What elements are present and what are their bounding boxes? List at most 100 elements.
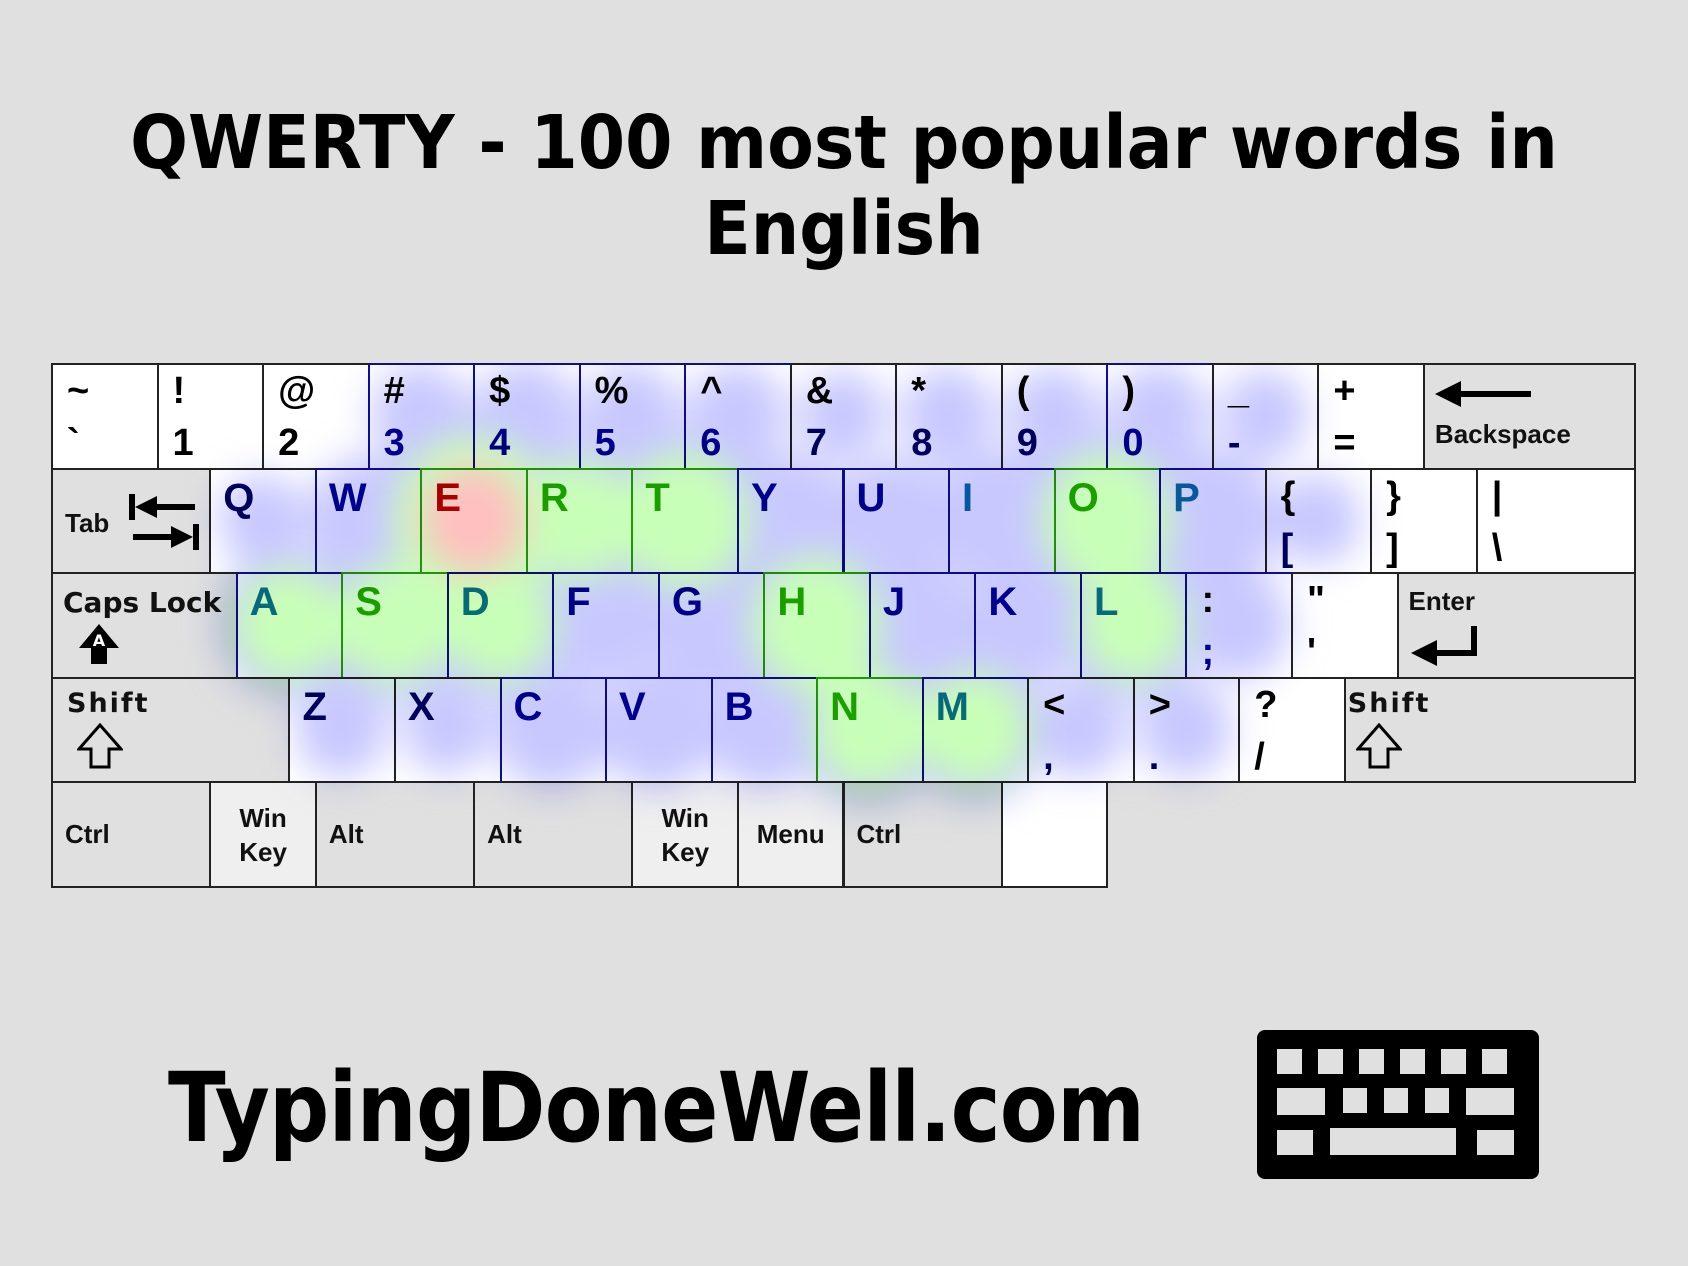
key-legend: C (513, 684, 543, 729)
key-legend: T (645, 475, 670, 520)
key-legend: K (988, 580, 1018, 625)
key-l[interactable]: L (1079, 572, 1188, 679)
key-shift-legend: & (805, 370, 834, 412)
key-3[interactable]: #3 (367, 363, 476, 470)
key-rbracket[interactable]: }] (1370, 467, 1478, 575)
key-rctrl[interactable]: Ctrl (842, 781, 1003, 888)
key-y[interactable]: Y (736, 467, 845, 575)
key-legend: Q (223, 475, 255, 520)
key-base-legend: [ (1280, 526, 1294, 569)
key-legend: N (830, 684, 859, 729)
key-tab[interactable]: Tab (51, 467, 212, 575)
key-shift-legend: ) (1122, 370, 1135, 412)
key-base-legend: 5 (594, 422, 616, 464)
key-lshift[interactable]: Shift (51, 676, 291, 784)
key-lbracket[interactable]: {[ (1264, 467, 1373, 575)
key-v[interactable]: V (605, 676, 713, 784)
key-semicolon[interactable]: :; (1185, 572, 1293, 679)
site-name: TypingDoneWell.com (168, 1052, 1145, 1164)
key-backslash[interactable]: | \ (1475, 467, 1636, 575)
key-z[interactable]: Z (288, 676, 396, 784)
key-o[interactable]: O (1053, 467, 1162, 575)
key-menu[interactable]: Menu (736, 781, 845, 888)
key-legend: A (249, 580, 279, 625)
key-rwin[interactable]: Win Key (631, 781, 739, 888)
key-w[interactable]: W (314, 467, 423, 575)
key-capslock[interactable]: Caps Lock A (51, 572, 238, 679)
key-legend: S (355, 580, 382, 625)
key-label: Ctrl (856, 819, 902, 850)
key-m[interactable]: M (921, 676, 1030, 784)
key-comma[interactable]: <, (1027, 676, 1135, 784)
key-lalt[interactable]: Alt (314, 781, 476, 888)
key-9[interactable]: (9 (1000, 363, 1109, 470)
key-e[interactable]: E (420, 467, 528, 575)
key-base-legend: \ (1491, 526, 1503, 569)
key-ralt[interactable]: Alt (473, 781, 634, 888)
key-4[interactable]: $4 (473, 363, 581, 470)
key-shift-legend: @ (278, 370, 316, 412)
key-f[interactable]: F (552, 572, 660, 679)
keyboard-icon (1257, 1030, 1539, 1179)
key-shift-legend: } (1386, 474, 1401, 517)
key-n[interactable]: N (816, 676, 924, 784)
key-slash[interactable]: ? / (1238, 676, 1346, 784)
key-legend: G (671, 580, 703, 625)
tab-arrows-icon (129, 493, 199, 554)
key-backtick[interactable]: ~ ` (51, 363, 159, 470)
key-j[interactable]: J (868, 572, 977, 679)
key-8[interactable]: * 8 (895, 363, 1003, 470)
key-shift-legend: # (383, 370, 405, 412)
key-base-legend: 0 (1122, 422, 1144, 464)
key-shift-legend: { (1280, 474, 1296, 517)
key-quote[interactable]: " ' (1291, 572, 1399, 679)
key-s[interactable]: S (341, 572, 449, 679)
key-p[interactable]: P (1159, 467, 1267, 575)
keyboard-heatmap: ~ `! 1 @2 #3 $4% 5 ^ 6 & 7 * 8(9) 0 _ - + = Backspace Tab Q W… (51, 363, 1636, 888)
key-d[interactable]: D (446, 572, 555, 679)
key-base-legend: 3 (383, 422, 405, 464)
key-base-legend: 4 (489, 422, 511, 464)
key-q[interactable]: Q (209, 467, 317, 575)
key-legend: Y (750, 475, 778, 520)
key-rshift[interactable]: Shift (1343, 676, 1636, 784)
key-equals[interactable]: + = (1317, 363, 1425, 470)
key-a[interactable]: A (235, 572, 344, 679)
key-shift-legend: | (1491, 474, 1503, 517)
key-label: Alt (487, 819, 522, 850)
key-legend: O (1067, 475, 1099, 520)
key-base-legend: 8 (911, 422, 933, 464)
key-u[interactable]: U (842, 467, 951, 575)
key-shift-legend: " (1307, 579, 1326, 622)
key-shift-legend: ? (1254, 683, 1278, 726)
key-x[interactable]: X (393, 676, 502, 784)
key-lwin[interactable]: Win Key (209, 781, 317, 888)
key-1[interactable]: ! 1 (156, 363, 265, 470)
key-k[interactable]: K (974, 572, 1082, 679)
key-2[interactable]: @2 (262, 363, 370, 470)
key-label: Caps Lock (63, 586, 222, 620)
key-7[interactable]: & 7 (789, 363, 898, 470)
key-6[interactable]: ^ 6 (684, 363, 792, 470)
key-label: Alt (328, 819, 364, 850)
key-0[interactable]: ) 0 (1106, 363, 1214, 470)
key-shift-legend: > (1148, 683, 1171, 726)
key-shift-legend: < (1043, 683, 1066, 726)
key-enter[interactable]: Enter (1396, 572, 1636, 679)
key-minus[interactable]: _ - (1211, 363, 1320, 470)
key-base-legend: = (1333, 422, 1356, 464)
key-c[interactable]: C (499, 676, 608, 784)
key-base-legend: ] (1386, 526, 1399, 569)
key-period[interactable]: >. (1132, 676, 1241, 784)
key-b[interactable]: B (710, 676, 819, 784)
key-h[interactable]: H (763, 572, 871, 679)
key-5[interactable]: % 5 (578, 363, 687, 470)
key-backspace[interactable]: Backspace (1422, 363, 1636, 470)
key-lctrl[interactable]: Ctrl (51, 781, 212, 888)
key-i[interactable]: I (948, 467, 1056, 575)
key-r[interactable]: R (525, 467, 634, 575)
key-t[interactable]: T (631, 467, 739, 575)
key-g[interactable]: G (657, 572, 766, 679)
key-legend: I (962, 475, 974, 520)
key-base-legend: ' (1307, 631, 1317, 674)
